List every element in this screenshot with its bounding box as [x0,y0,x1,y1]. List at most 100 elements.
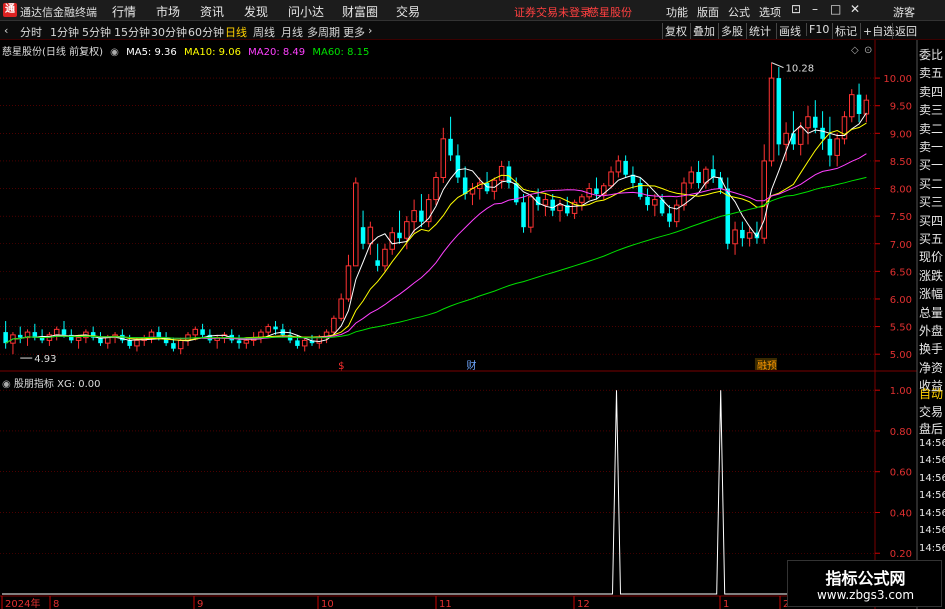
candle [98,332,103,346]
indicator-toggle-icon[interactable]: ◉ [2,379,11,390]
candle [849,89,855,123]
candle [141,334,147,346]
legend-toggle-icon[interactable]: ◉ [110,47,119,58]
candle [419,194,424,228]
candle-body-down [521,202,526,228]
side-label-13[interactable]: 涨幅 [919,285,943,302]
candle-body-down [725,188,731,244]
candle [440,127,447,184]
candle-body-up [192,328,199,336]
candle [710,155,716,184]
side-label-1[interactable]: 卖五 [919,64,943,81]
watermark-title: 指标公式网 [825,569,906,588]
date-label: 9 [197,599,203,609]
candle [236,334,242,349]
candle-body-up [783,132,789,145]
low-label: 4.93 [34,354,56,365]
candle [667,205,672,228]
side-bottom-7[interactable]: 14:56 [919,508,945,519]
side-label-16[interactable]: 换手 [919,340,943,357]
side-label-10[interactable]: 买五 [919,230,943,247]
side-label-2[interactable]: 卖四 [919,83,943,100]
candle [652,194,658,217]
side-label-12[interactable]: 涨跌 [919,267,943,284]
indicator-name: 股朋指标 [13,379,54,390]
candle [469,183,476,206]
candle [834,133,840,167]
side-label-7[interactable]: 买二 [919,175,943,192]
side-bottom-9[interactable]: 14:56 [919,543,945,554]
candle [688,166,695,189]
candle-body-up [177,339,184,350]
candle-body-down [594,188,599,195]
side-label-4[interactable]: 卖二 [919,120,943,137]
candle [360,210,366,250]
candle [425,194,432,228]
candle-body-up [608,171,614,187]
side-label-5[interactable]: 卖一 [919,138,943,155]
candle-body-down [273,326,278,330]
candle [375,243,380,272]
candle-body-up [331,317,337,333]
date-label: 10 [321,599,334,609]
marker-cai: 财 [466,359,476,372]
candle [411,199,417,233]
candle-body-down [718,177,723,189]
candle [367,221,374,255]
side-label-17[interactable]: 净资 [919,359,943,376]
candle [521,194,526,233]
candle [813,100,818,134]
ind-tick-label: 1.00 [890,386,912,397]
candle-body-up [498,165,505,181]
candle-body-up [411,210,417,223]
candle-body-down [645,196,650,206]
side-label-9[interactable]: 买四 [919,212,943,229]
side-label-0[interactable]: 委比 [919,46,943,63]
candle [185,332,191,346]
side-bottom-2[interactable]: 盘后 [919,420,943,437]
side-bottom-4[interactable]: 14:56 [919,455,945,466]
side-label-6[interactable]: 买一 [919,156,943,173]
candle-body-down [397,232,402,239]
candle-body-up [805,116,811,129]
side-label-3[interactable]: 卖三 [919,101,943,118]
side-label-8[interactable]: 买三 [919,193,943,210]
candle [214,334,220,349]
legend-ma60: MA60: 8.15 [312,47,370,58]
side-label-15[interactable]: 外盘 [919,322,943,339]
candle-body-down [448,138,453,156]
candle-body-down [200,329,205,335]
candle [615,155,622,178]
side-bottom-5[interactable]: 14:56 [919,473,945,484]
candle [768,62,775,167]
candle-body-up [404,221,410,239]
date-label: 2024年 [5,597,40,609]
candle-body-down [61,329,67,335]
marker-rongyu: 融预 [757,360,777,372]
candle [623,155,628,178]
diamond-icon: ◇ [851,45,859,56]
candle-body-up [367,226,374,245]
side-bottom-0[interactable]: 自动 [919,385,943,402]
side-bottom-8[interactable]: 14:56 [919,525,945,536]
candle-body-down [740,229,745,239]
side-label-11[interactable]: 现价 [919,248,943,265]
candle [10,332,16,355]
side-label-14[interactable]: 总量 [919,304,943,321]
candle [601,183,607,200]
side-bottom-6[interactable]: 14:56 [919,490,945,501]
candle-body-up [433,176,439,201]
candle-body-up [265,326,271,333]
side-bottom-3[interactable]: 14:56 [919,438,945,449]
candle [827,116,833,167]
y-tick-label: 9.50 [890,102,912,113]
candle [637,177,643,200]
side-bottom-1[interactable]: 交易 [919,403,943,420]
candle [732,221,738,255]
candle [594,177,599,200]
candle [382,243,388,272]
date-label: 1 [723,599,729,609]
ind-tick-label: 0.60 [890,468,912,479]
candle [579,194,585,211]
candle [498,160,505,189]
